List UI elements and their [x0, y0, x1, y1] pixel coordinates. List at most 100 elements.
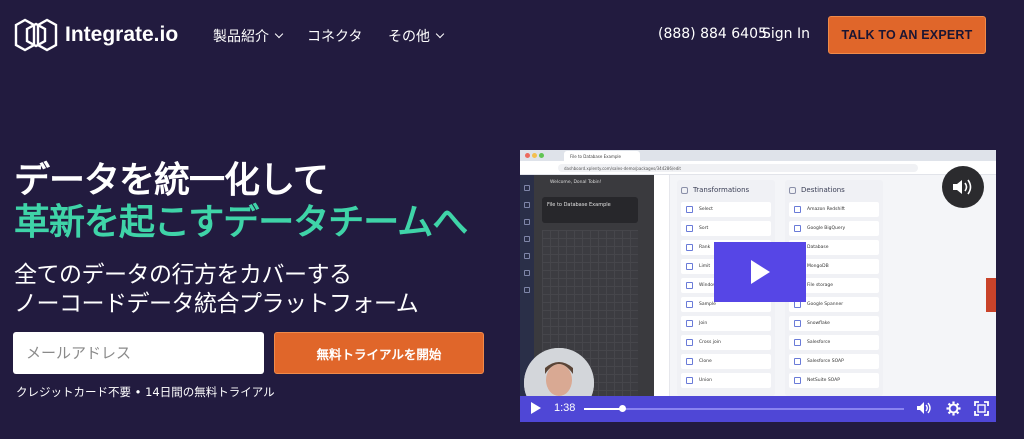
component-item[interactable]: Salesforce	[789, 335, 879, 350]
component-label: File storage	[807, 283, 834, 288]
component-icon	[686, 244, 693, 251]
component-label: Select	[699, 207, 713, 212]
component-icon	[686, 377, 693, 384]
component-icon	[686, 263, 693, 270]
nav-item-products[interactable]: 製品紹介	[213, 26, 284, 46]
start-free-trial-button[interactable]: 無料トライアルを開始	[274, 332, 484, 374]
sidebar-icon	[524, 270, 530, 276]
component-icon	[686, 358, 693, 365]
component-label: NetSuite SOAP	[807, 378, 840, 383]
sidebar-icon	[524, 185, 530, 191]
video-progress-track[interactable]	[584, 405, 904, 412]
component-item[interactable]: Snowflake	[789, 316, 879, 331]
component-item[interactable]: Clone	[681, 354, 771, 369]
component-label: Google Spanner	[807, 302, 844, 307]
destinations-title: Destinations	[801, 186, 845, 194]
component-item[interactable]: Join	[681, 316, 771, 331]
component-item[interactable]: Google BigQuery	[789, 221, 879, 236]
component-icon	[686, 320, 693, 327]
component-icon	[794, 301, 801, 308]
component-label: MongoDB	[807, 264, 829, 269]
component-item[interactable]: Sort	[681, 221, 771, 236]
talk-to-expert-button[interactable]: TALK TO AN EXPERT	[828, 16, 986, 54]
window-close-dot	[525, 153, 530, 158]
component-label: Snowflake	[807, 321, 830, 326]
video-time: 1:38	[554, 402, 576, 414]
component-label: Cross join	[699, 340, 721, 345]
transformations-header: Transformations	[677, 180, 775, 200]
trial-note: クレジットカード不要 • 14日間の無料トライアル	[16, 385, 275, 399]
component-label: Salesforce	[807, 340, 831, 345]
browser-tab: File to Database Example	[564, 151, 640, 161]
component-item[interactable]: Select	[681, 202, 771, 217]
phone-link[interactable]: (888) 884 6405	[658, 26, 767, 42]
component-item[interactable]: Amazon Redshift	[789, 202, 879, 217]
component-label: Database	[807, 245, 829, 250]
nav-item-label: その他	[388, 29, 430, 45]
component-label: Union	[699, 378, 713, 383]
component-icon	[794, 358, 801, 365]
logo-icon	[14, 18, 58, 52]
feedback-tab[interactable]	[986, 278, 996, 312]
component-icon	[686, 225, 693, 232]
component-icon	[794, 225, 801, 232]
welcome-text: Welcome, Donal Tobin!	[550, 180, 602, 185]
component-icon	[794, 377, 801, 384]
play-video-button[interactable]	[714, 242, 806, 302]
nav-item-more[interactable]: その他	[388, 26, 445, 46]
component-icon	[794, 206, 801, 213]
transformations-icon	[681, 186, 688, 194]
video-controls: 1:38	[520, 396, 996, 422]
component-label: Google BigQuery	[807, 226, 846, 231]
top-navigation: Integrate.io 製品紹介 コネクタ その他 (888) 884 640…	[0, 0, 1024, 72]
sidebar-icon	[524, 236, 530, 242]
play-icon[interactable]	[530, 401, 542, 415]
play-icon	[751, 260, 770, 284]
package-title: File to Database Example	[547, 202, 611, 208]
volume-icon[interactable]	[916, 401, 932, 415]
transformations-title: Transformations	[693, 186, 750, 194]
chevron-down-icon	[274, 29, 284, 39]
component-item[interactable]: Cross join	[681, 335, 771, 350]
speaker-icon	[953, 179, 972, 195]
component-item[interactable]: NetSuite SOAP	[789, 373, 879, 388]
component-label: Salesforce SOAP	[807, 359, 844, 364]
brand-logo[interactable]: Integrate.io	[13, 17, 178, 53]
component-icon	[794, 339, 801, 346]
demo-video-player[interactable]: File to Database Example dashboard.xplen…	[520, 150, 996, 422]
hero-headline-line2: 革新を起こすデータチームへ	[14, 202, 468, 243]
component-icon	[686, 206, 693, 213]
email-input[interactable]	[13, 332, 264, 374]
unmute-button[interactable]	[942, 166, 984, 208]
chevron-down-icon	[435, 29, 445, 39]
sidebar-icon	[524, 287, 530, 293]
destinations-icon	[789, 186, 796, 194]
window-minimize-dot	[532, 153, 537, 158]
component-label: Sample	[699, 302, 716, 307]
destinations-header: Destinations	[785, 180, 883, 200]
browser-url: dashboard.xplenty.com/sales-demo/package…	[558, 164, 918, 172]
component-item[interactable]: Union	[681, 373, 771, 388]
collapse-strip	[654, 175, 670, 422]
fullscreen-icon[interactable]	[974, 401, 989, 416]
browser-tab-bar: File to Database Example	[520, 150, 996, 161]
gear-icon[interactable]	[946, 401, 961, 416]
sidebar-icon	[524, 219, 530, 225]
window-maximize-dot	[539, 153, 544, 158]
brand-name: Integrate.io	[65, 23, 179, 46]
component-icon	[686, 301, 693, 308]
component-icon	[686, 282, 693, 289]
component-label: Clone	[699, 359, 712, 364]
component-item[interactable]: Salesforce SOAP	[789, 354, 879, 369]
sidebar-icon	[524, 253, 530, 259]
component-label: Rank	[699, 245, 711, 250]
signin-link[interactable]: Sign In	[762, 26, 810, 42]
video-progress-handle[interactable]	[619, 405, 627, 412]
nav-item-connectors[interactable]: コネクタ	[307, 26, 362, 46]
component-label: Amazon Redshift	[807, 207, 845, 212]
nav-item-label: 製品紹介	[213, 29, 269, 45]
component-icon	[686, 339, 693, 346]
component-icon	[794, 320, 801, 327]
package-card: File to Database Example	[542, 197, 638, 223]
sidebar-icon	[524, 202, 530, 208]
